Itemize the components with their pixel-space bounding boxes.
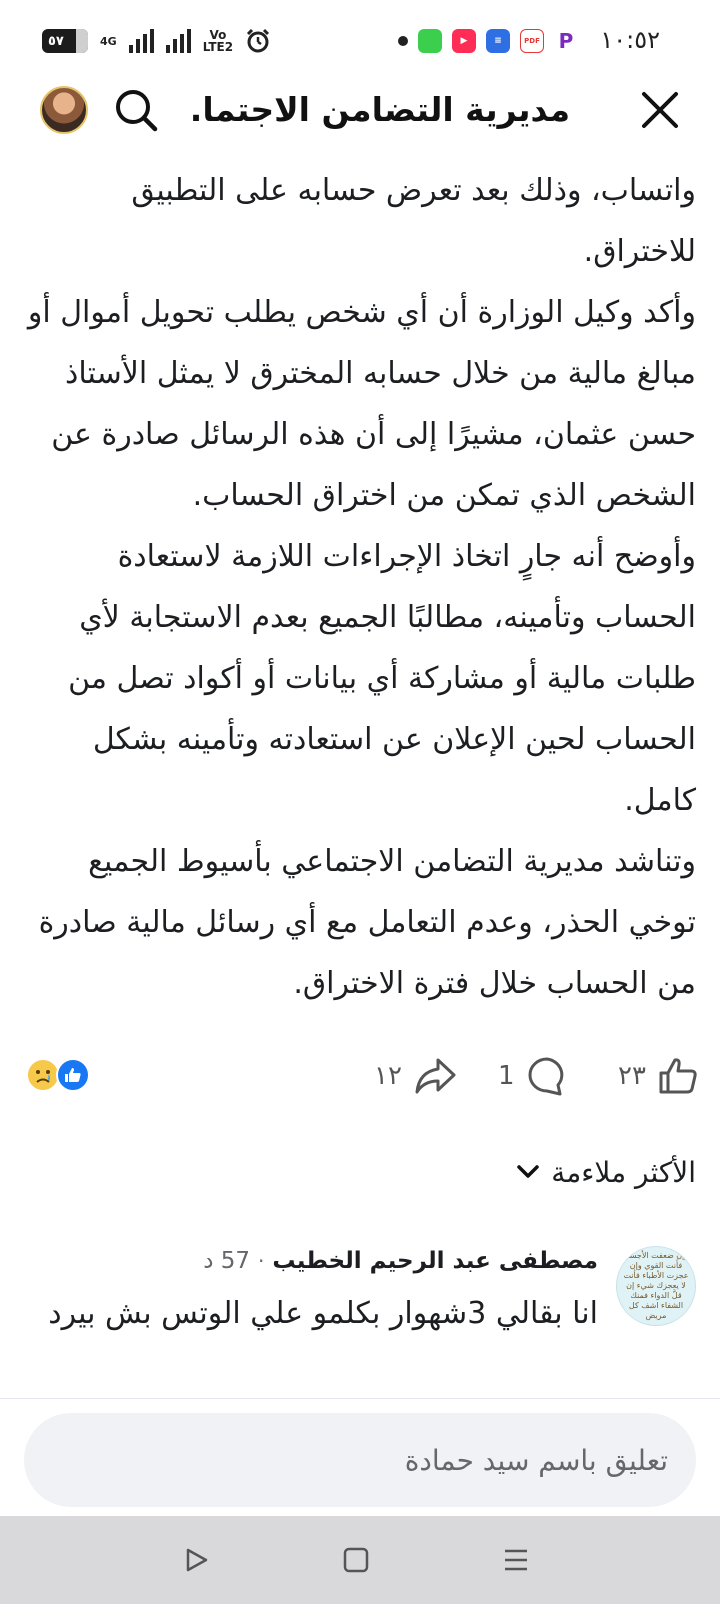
docs-app-icon: ≡: [486, 29, 510, 53]
post-paragraph-2: وأكد وكيل الوزارة أن أي شخص يطلب تحويل أ…: [27, 295, 696, 513]
post-body: واتساب، وذلك بعد تعرض حسابه على التطبيق …: [24, 160, 696, 1014]
volte-label-bottom: LTE2: [202, 40, 234, 54]
like-count: ٢٣: [618, 1061, 646, 1091]
status-bar: ٥٧ 4G Vo LTE2 ▶ ≡ PDF P ١٠:٥٢: [0, 0, 720, 82]
post-paragraph-1: واتساب، وذلك بعد تعرض حسابه على التطبيق …: [131, 173, 696, 269]
p-app-icon: P: [554, 29, 578, 53]
menu-lines-icon: [505, 1549, 527, 1571]
like-reaction-icon: [56, 1058, 90, 1092]
chevron-down-icon: [517, 1165, 539, 1178]
clock: ١٠:٥٢: [600, 26, 660, 54]
status-left-cluster: ٥٧ 4G Vo LTE2: [42, 24, 271, 58]
reactions-bar: ١٢ 1 ٢٣: [0, 1046, 720, 1106]
comment-meta: مصطفى عبد الرحيم الخطيب · 57 د: [203, 1240, 598, 1282]
comment-button[interactable]: 1: [498, 1054, 567, 1098]
nav-back-button[interactable]: [180, 1544, 212, 1576]
network-type-label: 4G: [100, 34, 117, 48]
share-count: ١٢: [374, 1061, 402, 1091]
battery-icon: ٥٧: [42, 29, 88, 53]
nav-home-button[interactable]: [340, 1544, 372, 1576]
battery-level: ٥٧: [48, 33, 64, 49]
post-paragraph-3: وأوضح أنه جارٍ اتخاذ الإجراءات اللازمة ل…: [68, 539, 696, 818]
pdf-app-icon: PDF: [520, 29, 544, 53]
comment-composer-area: تعليق باسم سيد حمادة: [0, 1398, 720, 1516]
search-button[interactable]: [110, 84, 162, 136]
comment-author-avatar[interactable]: وإن ضعفت الأجساد فأنت القوي وإن عجزت الأ…: [616, 1246, 696, 1326]
profile-avatar[interactable]: [40, 86, 88, 134]
search-icon: [116, 90, 158, 132]
home-square-icon: [343, 1547, 369, 1573]
status-right-cluster: ▶ ≡ PDF P: [398, 26, 578, 56]
comment-author-name[interactable]: مصطفى عبد الرحيم الخطيب: [272, 1248, 598, 1274]
nav-menu-button[interactable]: [500, 1544, 532, 1576]
system-nav-bar: [0, 1516, 720, 1604]
signal-bars-1-icon: [128, 29, 154, 53]
messages-app-icon: [418, 29, 442, 53]
sad-reaction-icon: [26, 1058, 60, 1092]
volte-icon: Vo LTE2: [203, 29, 233, 53]
comment-item: وإن ضعفت الأجساد فأنت القوي وإن عجزت الأ…: [0, 1240, 720, 1400]
avatar-caption: وإن ضعفت الأجساد فأنت القوي وإن عجزت الأ…: [623, 1251, 689, 1320]
alarm-icon: [247, 28, 270, 53]
notification-dot-icon: [398, 36, 408, 46]
back-triangle-icon: [186, 1548, 208, 1572]
signal-bars-2-icon: [165, 29, 191, 53]
video-app-icon: ▶: [452, 29, 476, 53]
comment-input-placeholder: تعليق باسم سيد حمادة: [404, 1443, 668, 1477]
sort-label: الأكثر ملاءمة: [551, 1155, 696, 1189]
like-button[interactable]: ٢٣: [618, 1054, 698, 1098]
post-paragraph-4: وتناشد مديرية التضامن الاجتماعي بأسيوط ا…: [38, 844, 696, 1001]
top-app-bar: مديرية التضامن الاجتما...: [0, 82, 720, 154]
like-icon: [659, 1058, 697, 1094]
comment-time: 57 د: [203, 1248, 251, 1274]
meta-separator: ·: [258, 1249, 265, 1273]
comment-count: 1: [498, 1061, 515, 1091]
comment-text: انا بقالي 3شهوار بكلمو علي الوتس بش بيرد: [48, 1296, 598, 1331]
share-button[interactable]: ١٢: [374, 1054, 456, 1098]
close-button[interactable]: [636, 86, 684, 134]
comment-sort-dropdown[interactable]: الأكثر ملاءمة: [515, 1150, 696, 1194]
comment-icon: [528, 1057, 563, 1096]
close-icon: [642, 92, 678, 128]
page-title: مديرية التضامن الاجتما...: [190, 90, 570, 129]
reaction-summary[interactable]: [26, 1058, 90, 1092]
share-icon: [415, 1058, 456, 1094]
comment-input[interactable]: تعليق باسم سيد حمادة: [24, 1413, 696, 1507]
